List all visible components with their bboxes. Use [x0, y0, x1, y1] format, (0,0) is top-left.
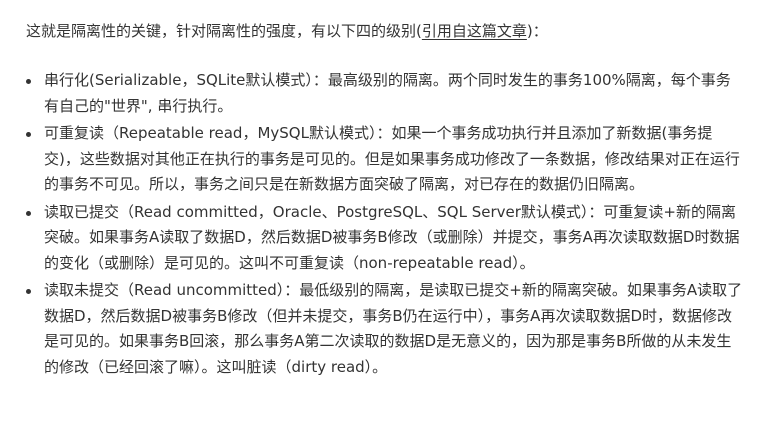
- list-item-text: 读取已提交（Read committed，Oracle、PostgreSQL、S…: [44, 202, 740, 272]
- bullet-icon: [26, 210, 31, 216]
- bullet-icon: [26, 132, 31, 137]
- list-item-text: 可重复读（Repeatable read，MySQL默认模式）：如果一个事务成功…: [44, 124, 740, 193]
- bullet-icon: [26, 79, 31, 84]
- isolation-levels-list: 串行化(Serializable，SQLite默认模式）：最高级别的隔离。两个同…: [24, 68, 755, 380]
- intro-text-after: )：: [526, 22, 548, 40]
- intro-text-before: 这就是隔离性的关键，针对隔离性的强度，有以下四的级别(: [26, 22, 422, 40]
- list-item-text: 串行化(Serializable，SQLite默认模式）：最高级别的隔离。两个同…: [44, 71, 731, 115]
- bullet-icon: [26, 289, 31, 294]
- list-item-repeatable-read: 可重复读（Repeatable read，MySQL默认模式）：如果一个事务成功…: [24, 121, 744, 198]
- list-item-read-uncommitted: 读取未提交（Read uncommitted）：最低级别的隔离，是读取已提交+新…: [24, 278, 744, 380]
- article-content: 这就是隔离性的关键，针对隔离性的强度，有以下四的级别(引用自这篇文章)： 串行化…: [0, 0, 779, 439]
- intro-paragraph: 这就是隔离性的关键，针对隔离性的强度，有以下四的级别(引用自这篇文章)：: [26, 18, 755, 44]
- list-item-text: 读取未提交（Read uncommitted）：最低级别的隔离，是读取已提交+新…: [44, 281, 743, 376]
- list-item-serializable: 串行化(Serializable，SQLite默认模式）：最高级别的隔离。两个同…: [24, 68, 744, 119]
- list-item-read-committed: 读取已提交（Read committed，Oracle、PostgreSQL、S…: [24, 200, 744, 277]
- source-article-link[interactable]: 引用自这篇文章: [422, 22, 527, 40]
